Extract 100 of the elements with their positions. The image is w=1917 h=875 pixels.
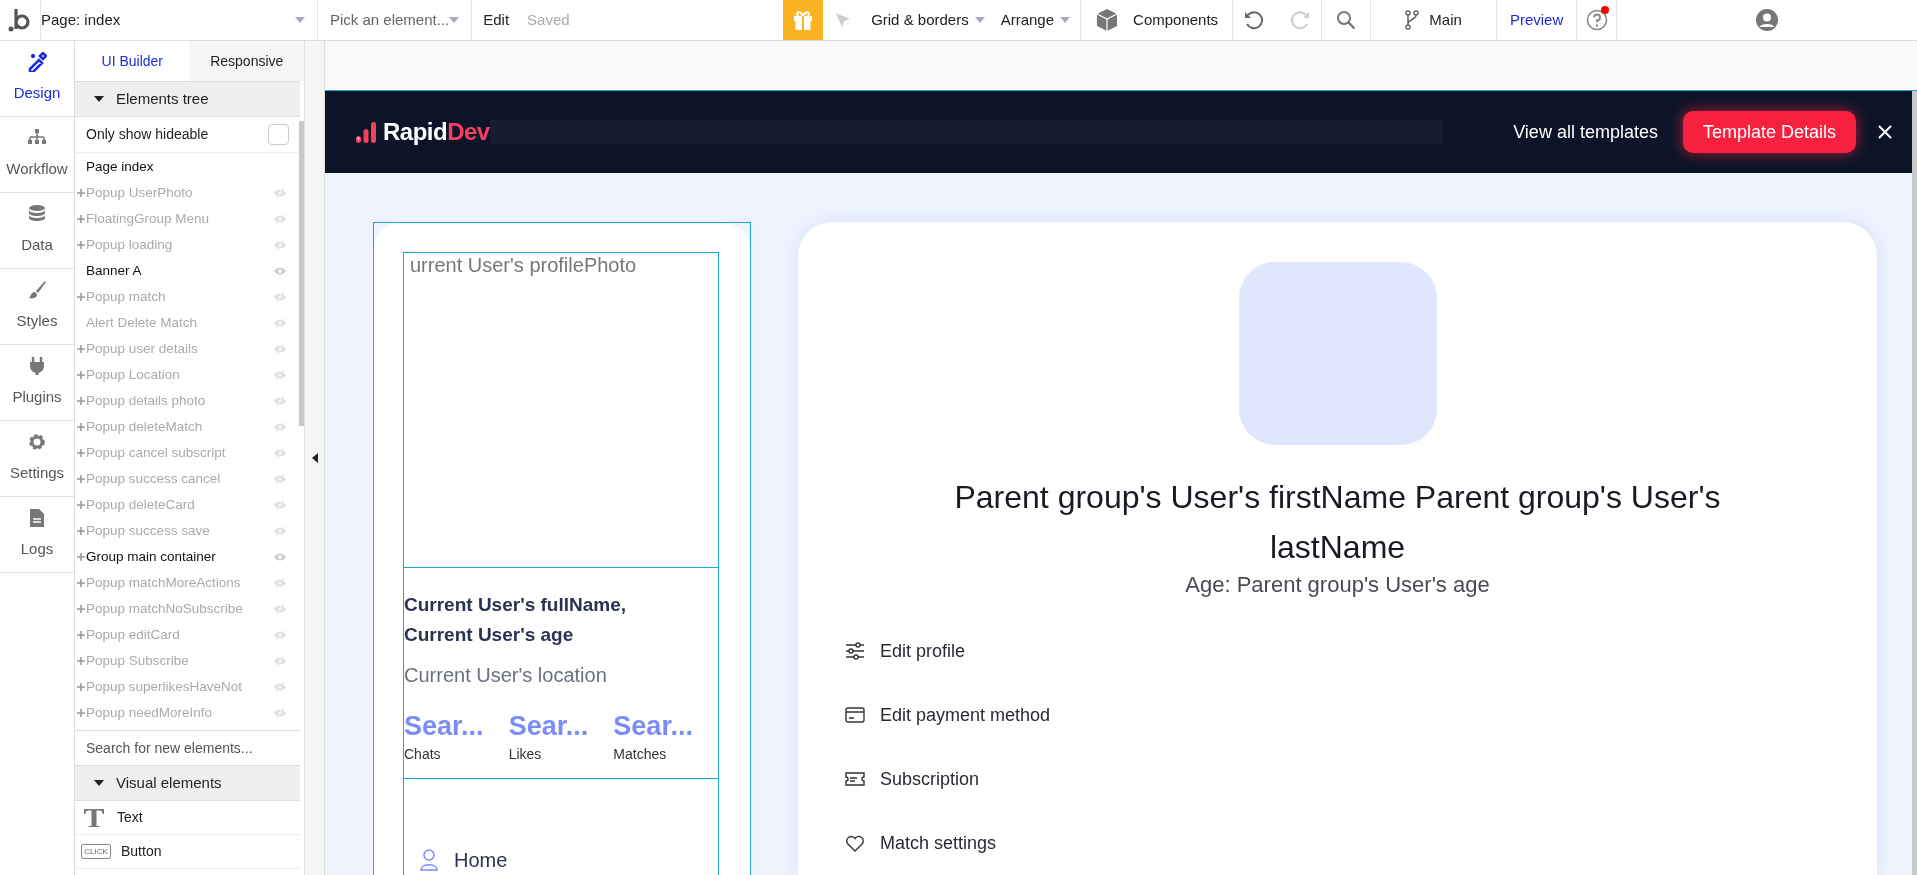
hidden-eye-icon[interactable]: [273, 525, 287, 537]
cube-icon: [1095, 8, 1120, 32]
plus-icon[interactable]: [76, 215, 85, 223]
templates-link[interactable]: View all templates: [1513, 118, 1658, 146]
menu-link[interactable]: Match settings: [845, 811, 1877, 875]
menu-link[interactable]: Subscription: [845, 747, 1877, 811]
menu-link[interactable]: Edit payment method: [845, 683, 1877, 747]
tree-item[interactable]: Group main container: [75, 544, 300, 570]
logs-icon: [27, 508, 47, 529]
hidden-eye-icon[interactable]: [273, 317, 287, 329]
bar-chart-icon: [355, 120, 377, 144]
caret-icon: [295, 17, 305, 23]
panel-tab[interactable]: Responsive: [189, 41, 304, 81]
caret-icon: [449, 17, 460, 23]
hideable-checkbox[interactable]: [268, 124, 289, 145]
hidden-eye-icon[interactable]: [273, 681, 287, 693]
sliders-icon: [845, 641, 865, 661]
grid-borders-menu[interactable]: Grid & borders: [863, 0, 993, 40]
edit-button[interactable]: Edit: [483, 8, 510, 32]
stat-value: Sear...: [404, 710, 485, 742]
plus-icon[interactable]: [76, 657, 85, 665]
plus-icon[interactable]: [76, 189, 85, 197]
hidden-eye-icon[interactable]: [273, 395, 287, 407]
redo-icon[interactable]: [1289, 9, 1312, 31]
hidden-eye-icon[interactable]: [273, 421, 287, 433]
section-header[interactable]: Elements tree: [75, 81, 300, 117]
scrollbar[interactable]: [1912, 91, 1917, 875]
hidden-eye-icon[interactable]: [273, 473, 287, 485]
notification-dot-icon: [1601, 6, 1610, 14]
eye-icon[interactable]: [273, 265, 287, 277]
plus-icon[interactable]: [76, 553, 85, 561]
plus-icon[interactable]: [76, 423, 85, 431]
plus-icon[interactable]: [76, 709, 85, 717]
hidden-eye-icon[interactable]: [273, 577, 287, 589]
hidden-eye-icon[interactable]: [273, 447, 287, 459]
plus-icon[interactable]: [76, 501, 85, 509]
element-item[interactable]: Text: [75, 801, 300, 835]
brand-name: RapidDev: [383, 117, 490, 147]
menu-link[interactable]: Edit profile: [845, 619, 1877, 683]
hidden-eye-icon[interactable]: [273, 213, 287, 225]
caret-icon: [94, 96, 104, 102]
section-header[interactable]: Visual elements: [75, 765, 300, 801]
close-icon[interactable]: [1878, 125, 1892, 139]
hidden-eye-icon[interactable]: [273, 655, 287, 667]
scrollbar[interactable]: [299, 121, 304, 426]
arrange-menu[interactable]: Arrange: [992, 0, 1082, 40]
plus-icon[interactable]: [76, 293, 85, 301]
plugins-icon: [27, 356, 47, 377]
ticket-icon: [845, 769, 865, 789]
tree-item[interactable]: Page index: [75, 154, 300, 180]
template-details-button[interactable]: Template Details: [1682, 111, 1856, 153]
search-field[interactable]: Search for new elements...: [75, 731, 300, 765]
plus-icon[interactable]: [76, 527, 85, 535]
element-item[interactable]: CLICK Button: [75, 835, 300, 869]
hidden-eye-icon[interactable]: [273, 187, 287, 199]
plus-icon[interactable]: [76, 449, 85, 457]
plus-icon[interactable]: [76, 475, 85, 483]
hidden-eye-icon[interactable]: [273, 707, 287, 719]
hidden-eye-icon[interactable]: [273, 343, 287, 355]
caret-icon: [974, 17, 985, 23]
plus-icon[interactable]: [76, 683, 85, 691]
text-icon: [83, 807, 105, 828]
hideable-label: Only show hideable: [86, 125, 209, 144]
heart-icon: [845, 833, 865, 853]
search-icon[interactable]: [1336, 10, 1357, 30]
components-button[interactable]: Components: [1081, 0, 1234, 40]
stat-value: Sear...: [613, 710, 694, 742]
branch-icon: [1405, 10, 1420, 30]
hidden-eye-icon[interactable]: [273, 603, 287, 615]
plus-icon[interactable]: [76, 345, 85, 353]
nav-link[interactable]: Home: [420, 845, 718, 875]
gift-icon: [792, 9, 815, 31]
hidden-eye-icon[interactable]: [273, 291, 287, 303]
hidden-eye-icon[interactable]: [273, 239, 287, 251]
bubble-logo-icon[interactable]: [8, 7, 32, 33]
undo-icon[interactable]: [1243, 9, 1266, 31]
user-full-name: Parent group's User's firstName Parent group's User's lastName: [953, 478, 1722, 567]
page-dropdown[interactable]: Page: index: [41, 0, 318, 40]
plus-icon[interactable]: [76, 631, 85, 639]
help-icon[interactable]: [1585, 9, 1608, 31]
plus-icon[interactable]: [76, 371, 85, 379]
preview-button[interactable]: Preview: [1497, 0, 1578, 40]
hidden-eye-icon[interactable]: [273, 369, 287, 381]
plus-icon[interactable]: [76, 241, 85, 249]
save-status: Saved: [527, 9, 570, 30]
photo-placeholder-text: urrent User's profilePhoto: [409, 253, 638, 276]
hidden-eye-icon[interactable]: [273, 629, 287, 641]
card-icon: [845, 705, 865, 725]
styles-icon: [27, 280, 47, 301]
collapse-arrow-icon[interactable]: [311, 453, 318, 463]
plus-icon[interactable]: [76, 605, 85, 613]
hidden-eye-icon[interactable]: [273, 499, 287, 511]
branch-button[interactable]: Main: [1371, 0, 1498, 40]
user-avatar-icon[interactable]: [1756, 9, 1779, 31]
tree-item[interactable]: Banner A: [75, 258, 300, 284]
plus-icon[interactable]: [76, 579, 85, 587]
eye-icon[interactable]: [273, 551, 287, 563]
gift-button[interactable]: [783, 0, 824, 40]
plus-icon[interactable]: [76, 397, 85, 405]
element-dropdown[interactable]: Pick an element...: [318, 0, 473, 40]
